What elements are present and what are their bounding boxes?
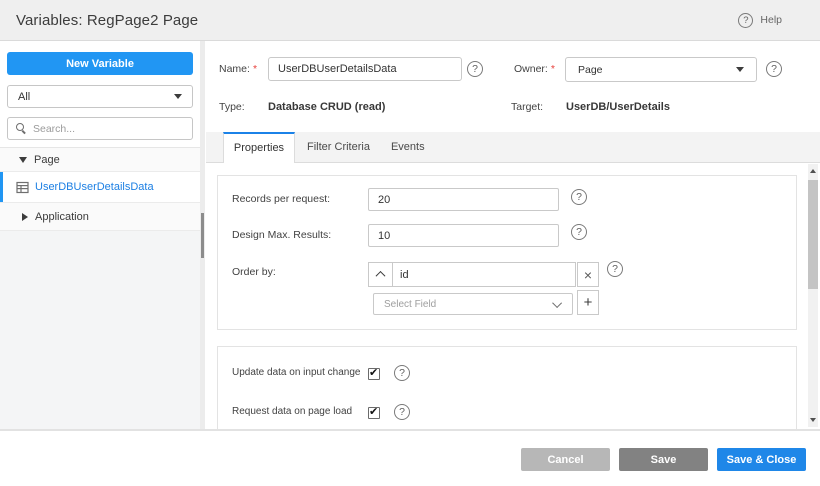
variable-icon <box>16 181 29 194</box>
records-per-request-help-icon[interactable]: ? <box>571 189 587 205</box>
variable-filter-select[interactable]: All <box>7 85 193 108</box>
owner-value: Page <box>578 64 603 76</box>
expand-arrow-icon[interactable] <box>22 213 28 221</box>
records-per-request-label: Records per request: <box>232 193 330 205</box>
variable-search <box>7 117 193 140</box>
caret-down-icon <box>736 67 744 72</box>
tree-node-variable-selected[interactable]: UserDBUserDetailsData <box>0 172 200 203</box>
variable-filter-value: All <box>18 91 30 103</box>
owner-help-icon[interactable]: ? <box>766 61 782 77</box>
dialog-footer: Cancel Save Save & Close <box>0 431 820 486</box>
tab-bar: Properties Filter Criteria Events <box>206 132 820 163</box>
data-settings-card: Records per request: ? Design Max. Resul… <box>217 175 797 330</box>
design-max-results-input[interactable] <box>368 224 559 247</box>
help-label: Help <box>760 14 782 26</box>
page-title: Variables: RegPage2 Page <box>16 12 198 29</box>
required-asterisk: * <box>253 63 257 75</box>
variables-dialog: Variables: RegPage2 Page ? Help New Vari… <box>0 0 820 486</box>
scrollbar-thumb[interactable] <box>808 180 818 289</box>
name-help-icon[interactable]: ? <box>467 61 483 77</box>
sidebar-scrollbar-thumb[interactable] <box>201 213 204 258</box>
type-value: Database CRUD (read) <box>268 101 385 113</box>
behavior-settings-card: Update data on input change ✔ ? Request … <box>217 346 797 429</box>
help-icon: ? <box>738 13 753 28</box>
tree-node-label: Application <box>35 211 89 223</box>
type-label: Type: <box>219 101 245 113</box>
records-per-request-input[interactable] <box>368 188 559 211</box>
tree-node-page[interactable]: Page <box>0 148 200 172</box>
save-and-close-button[interactable]: Save & Close <box>717 448 806 471</box>
tab-events[interactable]: Events <box>382 132 434 162</box>
cancel-button[interactable]: Cancel <box>521 448 610 471</box>
order-by-placeholder: Select Field <box>384 299 436 310</box>
search-input[interactable] <box>33 123 184 135</box>
tab-filter-criteria[interactable]: Filter Criteria <box>295 132 382 162</box>
vertical-scrollbar[interactable] <box>808 164 818 427</box>
update-on-input-change-help-icon[interactable]: ? <box>394 365 410 381</box>
update-on-input-change-checkbox[interactable]: ✔ <box>368 368 380 380</box>
caret-down-icon <box>174 94 182 99</box>
sidebar-scrollbar[interactable] <box>200 41 205 430</box>
sidebar-empty-area <box>0 231 200 430</box>
scroll-up-arrow-icon[interactable] <box>810 169 816 173</box>
tree-node-label: UserDBUserDetailsData <box>35 181 154 193</box>
help-button[interactable]: ? Help <box>738 13 782 28</box>
variables-tree: Page UserDBUserDetailsData Application <box>0 147 200 231</box>
owner-select[interactable]: Page <box>565 57 757 82</box>
required-asterisk: * <box>551 63 555 75</box>
request-on-page-load-checkbox[interactable]: ✔ <box>368 407 380 419</box>
update-on-input-change-label: Update data on input change <box>232 367 360 378</box>
order-by-label: Order by: <box>232 266 276 278</box>
save-button[interactable]: Save <box>619 448 708 471</box>
design-max-results-help-icon[interactable]: ? <box>571 224 587 240</box>
target-value: UserDB/UserDetails <box>566 101 670 113</box>
new-variable-button[interactable]: New Variable <box>7 52 193 75</box>
design-max-results-label: Design Max. Results: <box>232 229 331 241</box>
request-on-page-load-label: Request data on page load <box>232 406 352 417</box>
selected-indicator <box>0 172 3 202</box>
tab-properties[interactable]: Properties <box>223 132 295 164</box>
properties-panel: Records per request: ? Design Max. Resul… <box>206 163 820 429</box>
scroll-down-arrow-icon[interactable] <box>810 418 816 422</box>
target-label: Target: <box>511 101 543 113</box>
remove-order-field-button[interactable]: × <box>577 262 599 287</box>
owner-label: Owner:* <box>514 63 555 75</box>
name-label: Name:* <box>219 63 257 75</box>
order-by-selected-row: id <box>368 262 576 287</box>
tree-node-label: Page <box>34 154 60 166</box>
order-by-help-icon[interactable]: ? <box>607 261 623 277</box>
search-icon <box>16 123 27 134</box>
dialog-header: Variables: RegPage2 Page ? Help <box>0 0 820 41</box>
tab-spacer <box>206 132 223 162</box>
add-order-field-button[interactable]: + <box>577 290 599 315</box>
collapse-arrow-icon[interactable] <box>19 157 27 163</box>
tree-node-application[interactable]: Application <box>0 203 200 231</box>
variables-sidebar: New Variable All Page UserDB <box>0 41 205 430</box>
name-field[interactable] <box>268 57 462 81</box>
chevron-up-icon <box>376 271 386 281</box>
sort-direction-button[interactable] <box>369 263 393 286</box>
request-on-page-load-help-icon[interactable]: ? <box>394 404 410 420</box>
order-by-field-value: id <box>393 263 575 286</box>
chevron-down-icon <box>552 298 562 308</box>
order-by-field-select[interactable]: Select Field <box>373 293 573 315</box>
